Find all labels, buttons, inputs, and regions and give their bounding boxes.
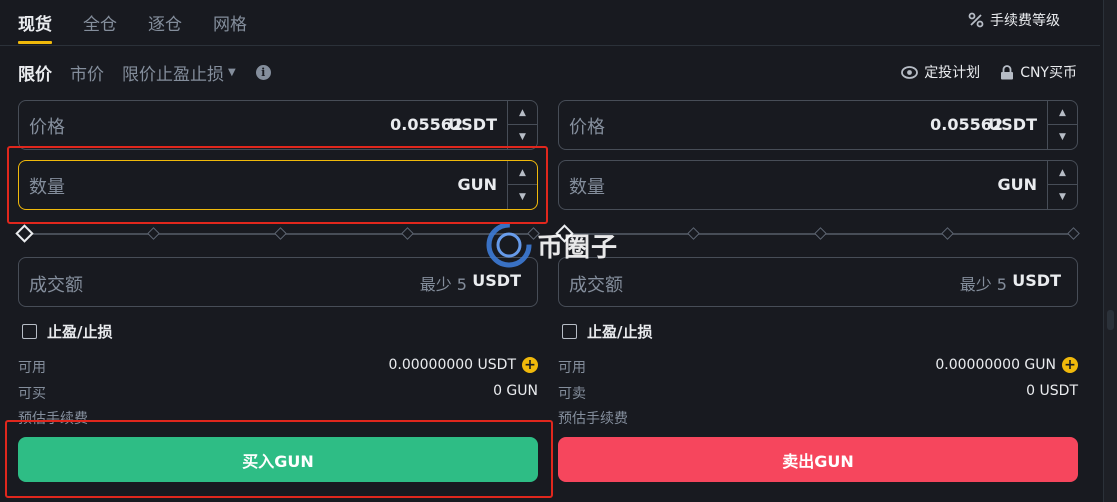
buy-fee-row: 预估手续费 (18, 408, 538, 428)
scrollbar[interactable] (1103, 0, 1117, 502)
fee-level-label: 手续费等级 (990, 13, 1060, 29)
sell-button[interactable]: 卖出GUN (558, 437, 1078, 482)
checkbox-icon[interactable] (22, 324, 37, 339)
sell-fee-row: 预估手续费 (558, 408, 1078, 428)
watermark: 币圈子 (485, 220, 635, 270)
sell-amount-stepper: ▲ ▼ (1047, 161, 1077, 209)
slider-handle[interactable] (15, 224, 34, 243)
sell-available-label: 可用 (558, 360, 586, 376)
recurring-plan-link[interactable]: 定投计划 (901, 62, 980, 82)
stepper-down-icon[interactable]: ▼ (1048, 125, 1077, 149)
recurring-plan-icon (901, 65, 919, 79)
sell-amount-label: 数量 (569, 177, 605, 198)
buy-tp-sl-label: 止盈/止损 (47, 323, 113, 341)
sell-amount-unit: GUN (997, 175, 1037, 194)
buy-available-value: 0.00000000 USDT (388, 357, 516, 373)
buy-total-field[interactable]: 成交额 最少 5 USDT (18, 257, 538, 307)
buy-amount-unit: GUN (457, 175, 497, 194)
sell-price-unit: USDT (988, 115, 1037, 134)
buy-price-unit: USDT (448, 115, 497, 134)
sell-percent-slider[interactable] (555, 224, 1080, 243)
plus-icon[interactable]: + (1062, 357, 1078, 373)
tab-isolated[interactable]: 逐仓 (148, 10, 182, 35)
buy-price-stepper: ▲ ▼ (507, 101, 537, 149)
sell-tp-sl-label: 止盈/止损 (587, 323, 653, 341)
buy-max-label: 可买 (18, 386, 46, 402)
buy-button[interactable]: 买入GUN (18, 437, 538, 482)
caret-down-icon[interactable]: ▼ (228, 67, 236, 78)
sell-price-field[interactable]: 价格 0.05562 USDT ▲ ▼ (558, 100, 1078, 150)
right-links: 定投计划 CNY买币 (901, 62, 1077, 82)
stepper-up-icon[interactable]: ▲ (1048, 101, 1077, 125)
slider-step-50[interactable] (814, 227, 827, 240)
order-type-limit[interactable]: 限价 (18, 60, 52, 85)
buy-percent-slider[interactable] (15, 224, 540, 243)
buy-amount-field[interactable]: 数量 GUN ▲ ▼ (18, 160, 538, 210)
sell-available-value: 0.00000000 GUN (935, 357, 1056, 373)
slider-step-25[interactable] (687, 227, 700, 240)
checkbox-icon[interactable] (562, 324, 577, 339)
sell-max-value: 0 USDT (1026, 383, 1078, 399)
stepper-up-icon[interactable]: ▲ (508, 101, 537, 125)
slider-step-100[interactable] (1067, 227, 1080, 240)
order-type-tabs: 限价 市价 限价止盈止损 ▼ i (18, 60, 271, 85)
buy-price-label: 价格 (29, 117, 65, 138)
sell-total-unit: USDT (1012, 271, 1061, 290)
buy-tp-sl-toggle[interactable]: 止盈/止损 (22, 321, 112, 342)
sell-available-row: 可用 0.00000000 GUN + (558, 357, 1078, 377)
scrollbar-thumb[interactable] (1107, 310, 1114, 330)
sell-price-stepper: ▲ ▼ (1047, 101, 1077, 149)
stepper-up-icon[interactable]: ▲ (508, 161, 537, 185)
buy-fee-label: 预估手续费 (18, 411, 88, 427)
sell-amount-field[interactable]: 数量 GUN ▲ ▼ (558, 160, 1078, 210)
percent-icon (968, 12, 984, 28)
buy-max-row: 可买 0 GUN (18, 383, 538, 403)
watermark-text: 币圈子 (537, 232, 619, 263)
order-type-stop-limit[interactable]: 限价止盈止损 (122, 60, 224, 85)
buy-amount-label: 数量 (29, 177, 65, 198)
order-type-market[interactable]: 市价 (70, 60, 104, 85)
sell-fee-label: 预估手续费 (558, 411, 628, 427)
buy-max-value: 0 GUN (493, 383, 538, 399)
buy-total-unit: USDT (472, 271, 521, 290)
slider-step-25[interactable] (147, 227, 160, 240)
cny-buy-link[interactable]: CNY买币 (1000, 62, 1077, 82)
stepper-down-icon[interactable]: ▼ (508, 125, 537, 149)
buy-total-min: 最少 5 (419, 275, 467, 294)
buy-total-label: 成交额 (29, 275, 83, 296)
tab-spot[interactable]: 现货 (18, 10, 52, 44)
sell-tp-sl-toggle[interactable]: 止盈/止损 (562, 321, 652, 342)
info-icon[interactable]: i (255, 64, 271, 80)
fee-level-link[interactable]: 手续费等级 (968, 10, 1060, 30)
sell-total-field[interactable]: 成交额 最少 5 USDT (558, 257, 1078, 307)
sell-max-label: 可卖 (558, 386, 586, 402)
lock-icon (1001, 64, 1014, 79)
slider-step-50[interactable] (274, 227, 287, 240)
buy-price-field[interactable]: 价格 0.05562 USDT ▲ ▼ (18, 100, 538, 150)
trade-mode-tabs: 现货 全仓 逐仓 网格 手续费等级 (0, 0, 1100, 46)
tab-grid[interactable]: 网格 (213, 10, 247, 35)
stepper-up-icon[interactable]: ▲ (1048, 161, 1077, 185)
buy-available-row: 可用 0.00000000 USDT + (18, 357, 538, 377)
recurring-plan-label: 定投计划 (924, 65, 981, 81)
stepper-down-icon[interactable]: ▼ (508, 185, 537, 209)
sell-price-label: 价格 (569, 117, 605, 138)
sell-total-min: 最少 5 (959, 275, 1007, 294)
slider-step-75[interactable] (401, 227, 414, 240)
sell-total-label: 成交额 (569, 275, 623, 296)
watermark-logo-icon (486, 222, 532, 268)
cny-buy-label: CNY买币 (1020, 65, 1077, 81)
sell-max-row: 可卖 0 USDT (558, 383, 1078, 403)
spot-trade-panel: 现货 全仓 逐仓 网格 手续费等级 限价 市价 限价止盈止损 ▼ i 定投计划 (0, 0, 1117, 502)
tab-cross[interactable]: 全仓 (83, 10, 117, 35)
slider-step-75[interactable] (941, 227, 954, 240)
buy-amount-stepper: ▲ ▼ (507, 161, 537, 209)
plus-icon[interactable]: + (522, 357, 538, 373)
buy-available-label: 可用 (18, 360, 46, 376)
stepper-down-icon[interactable]: ▼ (1048, 185, 1077, 209)
